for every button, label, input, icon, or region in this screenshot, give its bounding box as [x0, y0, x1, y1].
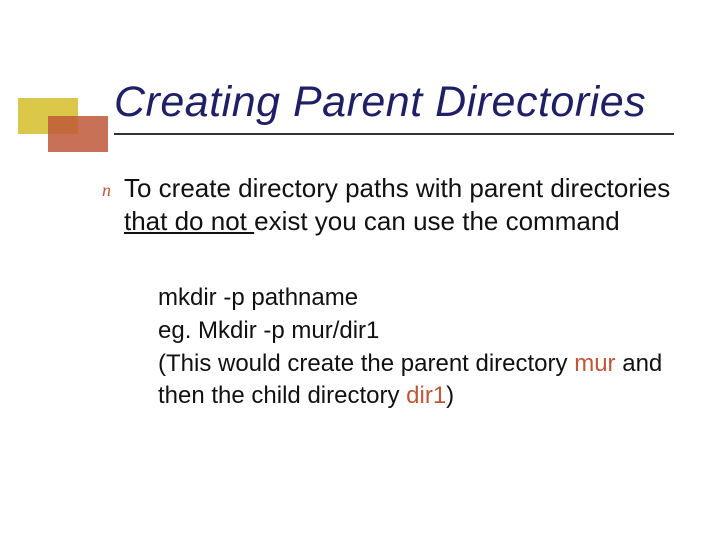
explain-post: ) [446, 382, 454, 409]
body-pre: To create directory paths with parent di… [124, 173, 670, 203]
slide-decoration [18, 98, 108, 156]
deco-square-red [48, 116, 108, 152]
slide-title: Creating Parent Directories [114, 78, 684, 127]
body-underlined: that do not [124, 206, 254, 236]
body-paragraph: To create directory paths with parent di… [124, 172, 684, 237]
explain-pre: (This would create the parent directory [158, 350, 574, 377]
title-block: Creating Parent Directories [114, 78, 684, 135]
bullet-marker: n [102, 180, 116, 194]
dir-dir1: dir1 [406, 382, 446, 409]
explain-line: (This would create the parent directory … [158, 348, 688, 410]
title-underline [114, 133, 674, 135]
sub-block: mkdir -p pathname eg. Mkdir -p mur/dir1 … [158, 282, 688, 413]
dir-mur: mur [574, 350, 615, 377]
code-line-1: mkdir -p pathname [158, 282, 688, 313]
body-post: exist you can use the command [254, 206, 620, 236]
code-line-2: eg. Mkdir -p mur/dir1 [158, 315, 688, 346]
